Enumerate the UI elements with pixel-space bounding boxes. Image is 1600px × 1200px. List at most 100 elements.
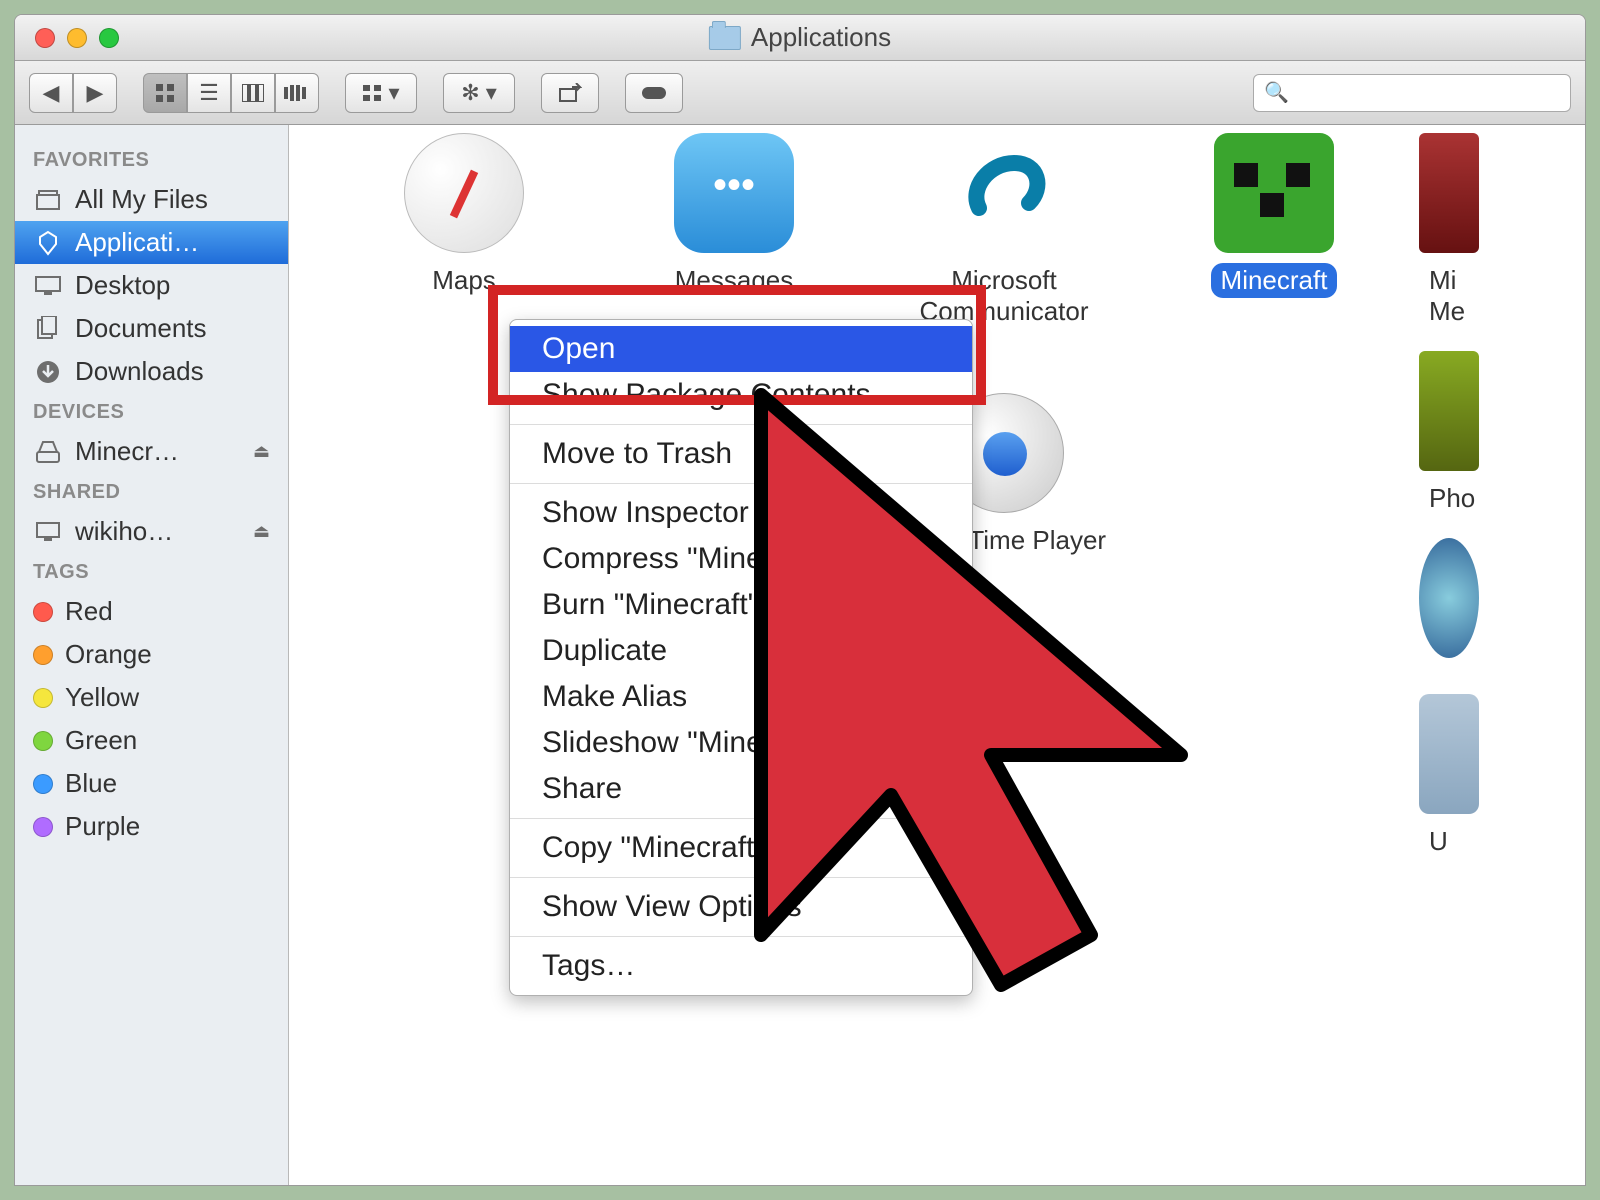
sidebar-item-label: Yellow <box>65 682 139 713</box>
sidebar-item-applications[interactable]: Applicati… <box>15 221 288 264</box>
menu-item-move-to-trash[interactable]: Move to Trash <box>510 431 972 477</box>
search-field[interactable] <box>1295 81 1560 104</box>
column-view-button[interactable] <box>231 73 275 113</box>
menu-separator <box>510 483 972 484</box>
maps-icon <box>404 133 524 253</box>
icon-view-button[interactable] <box>143 73 187 113</box>
action-button[interactable]: ✻ ▾ <box>443 73 515 113</box>
minecraft-icon <box>1214 133 1334 253</box>
app-placeholder[interactable] <box>1139 621 1409 859</box>
sidebar-item-label: Applicati… <box>75 227 199 258</box>
partial-icon <box>1419 694 1479 814</box>
tags-header: TAGS <box>15 553 288 590</box>
menu-item-share[interactable]: Share <box>510 766 972 812</box>
search-input[interactable]: 🔍 <box>1253 74 1571 112</box>
sidebar-item-label: Orange <box>65 639 152 670</box>
partial-icon <box>1419 538 1479 658</box>
menu-item-duplicate[interactable]: Duplicate <box>510 628 972 674</box>
sidebar-item-label: wikiho… <box>75 516 173 547</box>
sidebar-item-shared-wikihow[interactable]: wikiho… ⏏ <box>15 510 288 553</box>
zoom-button[interactable] <box>99 28 119 48</box>
sidebar-tag-orange[interactable]: Orange <box>15 633 288 676</box>
titlebar: Applications <box>15 15 1585 61</box>
app-label <box>454 751 474 755</box>
app-label: Messages <box>665 263 804 298</box>
tag-dot-icon <box>33 688 53 708</box>
sidebar-item-label: Desktop <box>75 270 170 301</box>
app-partial-2[interactable]: Pho <box>1419 351 1539 516</box>
sidebar-tag-yellow[interactable]: Yellow <box>15 676 288 719</box>
sidebar-item-desktop[interactable]: Desktop <box>15 264 288 307</box>
app-label: U <box>1419 824 1458 859</box>
sidebar-item-label: Documents <box>75 313 207 344</box>
app-minecraft[interactable]: Minecraft <box>1139 133 1409 371</box>
back-button[interactable]: ◀ <box>29 73 73 113</box>
folder-icon <box>709 26 741 50</box>
sidebar-tag-green[interactable]: Green <box>15 719 288 762</box>
sidebar-tag-purple[interactable]: Purple <box>15 805 288 848</box>
forward-button[interactable]: ▶ <box>73 73 117 113</box>
sidebar-item-label: Minecr… <box>75 436 179 467</box>
tag-dot-icon <box>33 817 53 837</box>
edit-tags-button[interactable] <box>625 73 683 113</box>
search-icon: 🔍 <box>1264 80 1289 105</box>
menu-item-show-inspector[interactable]: Show Inspector <box>510 490 972 536</box>
menu-separator <box>510 818 972 819</box>
list-view-button[interactable]: ☰ <box>187 73 231 113</box>
menu-item-slideshow[interactable]: Slideshow "Minecraft" <box>510 720 972 766</box>
sidebar: FAVORITES All My Files Applicati… Deskto… <box>15 125 289 1185</box>
tag-dot-icon <box>33 774 53 794</box>
app-label: Maps <box>422 263 506 298</box>
eject-icon[interactable]: ⏏ <box>253 521 270 542</box>
documents-icon <box>33 316 63 342</box>
close-button[interactable] <box>35 28 55 48</box>
sidebar-item-label: All My Files <box>75 184 208 215</box>
devices-header: DEVICES <box>15 393 288 430</box>
menu-separator <box>510 936 972 937</box>
sidebar-item-label: Downloads <box>75 356 204 387</box>
menu-item-burn[interactable]: Burn "Minecraft" to Disc <box>510 582 972 628</box>
menu-separator <box>510 877 972 878</box>
shared-header: SHARED <box>15 473 288 510</box>
app-label <box>1264 523 1284 527</box>
coverflow-view-button[interactable] <box>275 73 319 113</box>
sidebar-item-downloads[interactable]: Downloads <box>15 350 288 393</box>
menu-item-copy[interactable]: Copy "Minecraft" <box>510 825 972 871</box>
app-partial-3[interactable] <box>1419 538 1539 672</box>
app-partial-4[interactable]: U <box>1419 694 1539 859</box>
downloads-icon <box>33 359 63 385</box>
favorites-header: FAVORITES <box>15 141 288 178</box>
microsoft-communicator-icon <box>944 133 1064 253</box>
toolbar: ◀ ▶ ☰ ▾ ✻ ▾ <box>15 61 1585 125</box>
sidebar-item-label: Green <box>65 725 137 756</box>
nav-buttons: ◀ ▶ <box>29 73 117 113</box>
arrange-button[interactable]: ▾ <box>345 73 417 113</box>
eject-icon[interactable]: ⏏ <box>253 441 270 462</box>
menu-item-make-alias[interactable]: Make Alias <box>510 674 972 720</box>
sidebar-item-label: Red <box>65 596 113 627</box>
sidebar-tag-red[interactable]: Red <box>15 590 288 633</box>
tag-dot-icon <box>33 602 53 622</box>
app-placeholder[interactable] <box>1139 393 1409 600</box>
menu-item-show-package-contents[interactable]: Show Package Contents <box>510 372 972 418</box>
messages-icon <box>674 133 794 253</box>
menu-item-tags[interactable]: Tags… <box>510 943 972 989</box>
menu-item-show-view-options[interactable]: Show View Options <box>510 884 972 930</box>
app-label: Pho <box>1419 481 1479 516</box>
arrange-group: ▾ <box>345 73 417 113</box>
sidebar-tag-blue[interactable]: Blue <box>15 762 288 805</box>
app-label <box>1419 668 1439 672</box>
menu-item-compress[interactable]: Compress "Minecraft" <box>510 536 972 582</box>
window-title-text: Applications <box>751 22 891 53</box>
menu-item-open[interactable]: Open <box>510 326 972 372</box>
sidebar-item-all-my-files[interactable]: All My Files <box>15 178 288 221</box>
share-button[interactable] <box>541 73 599 113</box>
app-label <box>994 751 1014 755</box>
sidebar-item-documents[interactable]: Documents <box>15 307 288 350</box>
app-label <box>1264 751 1284 755</box>
minimize-button[interactable] <box>67 28 87 48</box>
sidebar-item-device-minecraft[interactable]: Minecr… ⏏ <box>15 430 288 473</box>
traffic-lights <box>35 28 119 48</box>
sidebar-item-label: Purple <box>65 811 140 842</box>
app-partial-1[interactable]: MiMe <box>1419 133 1539 329</box>
